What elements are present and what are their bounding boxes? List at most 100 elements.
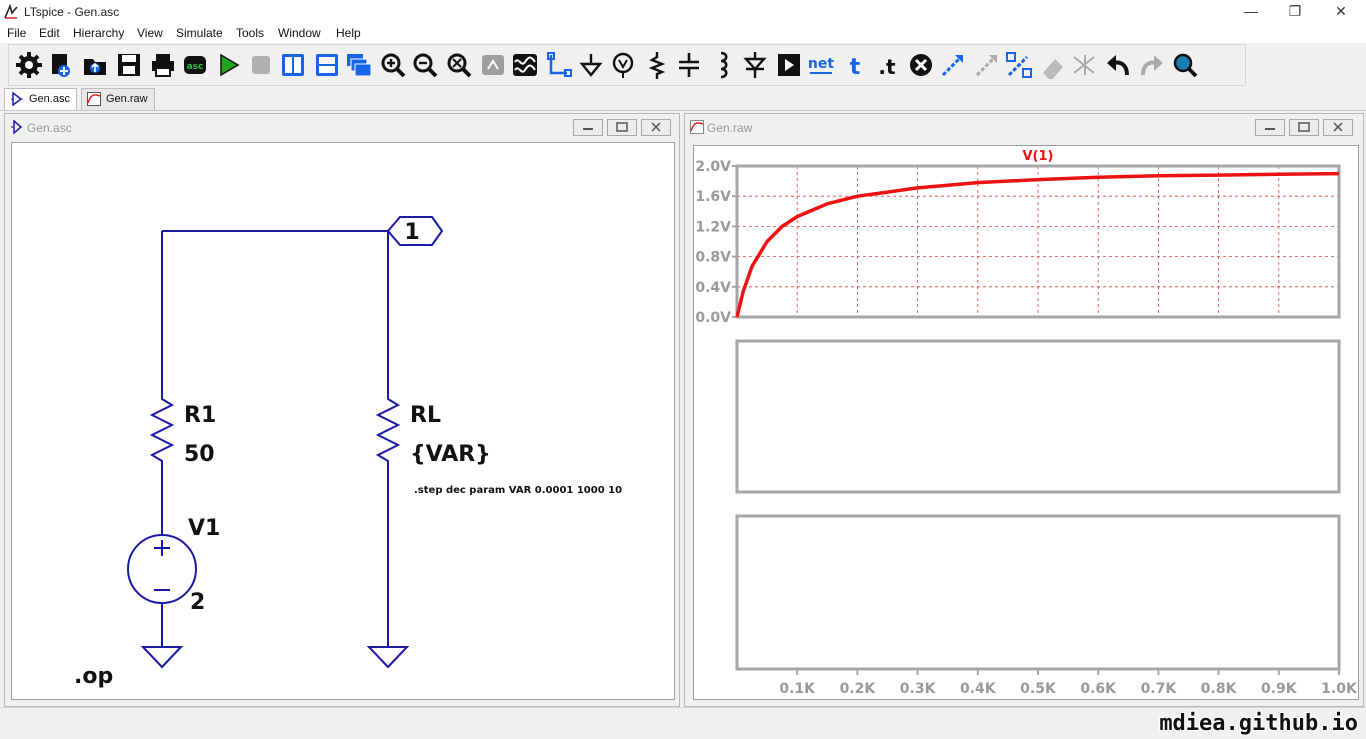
r1-name[interactable]: R1 <box>184 403 216 428</box>
tab-gen-asc[interactable]: Gen.asc <box>4 88 77 110</box>
directive-icon-glyph: .t <box>878 55 896 79</box>
schematic-wires <box>127 216 444 669</box>
tab-label: Gen.raw <box>106 93 148 105</box>
resistor-icon[interactable] <box>643 51 671 79</box>
delete-icon[interactable] <box>907 51 935 79</box>
minimize-button[interactable]: — <box>1228 0 1274 24</box>
resistor-r1-symbol[interactable] <box>149 391 175 477</box>
x-tick-label: 0.9K <box>1261 681 1298 697</box>
window-title: LTspice - Gen.asc <box>24 5 120 19</box>
waveform-canvas[interactable]: 0.0V 0.4V 0.8V 1.2V 1.6V 2.0V 0.1K 0.2K 0.3K 0.4… <box>693 145 1359 700</box>
minimize-button[interactable] <box>573 119 603 136</box>
waveform-window: Gen.raw 0.0V 0.4V 0.8V 1.2V 1.6V 2.0V 0.1K 0.2… <box>684 113 1364 707</box>
zoom-fit-icon[interactable] <box>445 51 473 79</box>
schematic-canvas[interactable]: 1 R1 50 RL {VAR} V1 2 .step dec param VA… <box>11 142 675 700</box>
tile-vertical-icon[interactable] <box>279 51 307 79</box>
open-icon[interactable] <box>81 51 109 79</box>
x-tick-label: 0.7K <box>1141 681 1178 697</box>
cascade-icon[interactable] <box>345 51 373 79</box>
step-directive[interactable]: .step dec param VAR 0.0001 1000 10 <box>414 485 622 496</box>
maximize-button[interactable] <box>607 119 637 136</box>
wire-icon[interactable] <box>545 51 573 79</box>
drag-icon[interactable] <box>973 51 1001 79</box>
waveform-window-titlebar[interactable]: Gen.raw <box>685 114 1363 140</box>
y-tick-label: 0.0V <box>695 310 731 326</box>
menu-help[interactable]: Help <box>336 26 361 40</box>
waveform-plot[interactable]: 0.0V 0.4V 0.8V 1.2V 1.6V 2.0V 0.1K 0.2K 0.3K 0.4… <box>694 146 1358 699</box>
x-tick-label: 0.1K <box>779 681 816 697</box>
tab-gen-raw[interactable]: Gen.raw <box>81 88 155 110</box>
menu-simulate[interactable]: Simulate <box>176 26 223 40</box>
schematic-icon <box>11 92 23 106</box>
redo-icon[interactable] <box>1137 51 1165 79</box>
menu-file[interactable]: File <box>7 26 26 40</box>
resistor-rl-symbol[interactable] <box>375 391 401 647</box>
run-icon[interactable] <box>215 51 243 79</box>
save-icon[interactable] <box>115 51 143 79</box>
ground-icon[interactable] <box>577 51 605 79</box>
find-icon[interactable] <box>1171 51 1199 79</box>
inductor-icon[interactable] <box>709 51 737 79</box>
svg-text:asc: asc <box>187 62 204 72</box>
plot-pane-3[interactable] <box>735 514 1341 671</box>
rl-value[interactable]: {VAR} <box>410 442 491 467</box>
capacitor-icon[interactable] <box>675 51 703 79</box>
close-button[interactable]: ✕ <box>1318 0 1364 24</box>
schematic-window-title: Gen.asc <box>27 121 72 135</box>
waveform-icon <box>87 92 101 106</box>
plot-pane-2[interactable] <box>735 339 1341 494</box>
x-tick-label: 0.4K <box>960 681 997 697</box>
menu-view[interactable]: View <box>137 26 163 40</box>
zoom-out-icon[interactable] <box>411 51 439 79</box>
menu-edit[interactable]: Edit <box>39 26 60 40</box>
label-net-icon[interactable] <box>609 51 637 79</box>
rl-name[interactable]: RL <box>410 403 441 428</box>
new-schematic-icon[interactable] <box>47 51 75 79</box>
waveform-icon <box>690 120 704 134</box>
schematic-window-titlebar[interactable]: Gen.asc <box>5 114 679 140</box>
gear-icon[interactable] <box>15 51 43 79</box>
spice-directive-icon[interactable]: .t <box>873 51 901 79</box>
x-tick-label: 0.6K <box>1080 681 1117 697</box>
close-button[interactable] <box>641 119 671 136</box>
x-tick-label: 0.5K <box>1020 681 1057 697</box>
menu-window[interactable]: Window <box>278 26 321 40</box>
text-icon[interactable]: t <box>841 51 869 80</box>
ground-symbol[interactable] <box>140 646 184 669</box>
maximize-button[interactable] <box>1289 119 1319 136</box>
minimize-button[interactable] <box>1255 119 1285 136</box>
netlist-icon[interactable]: asc <box>181 51 209 79</box>
mirror-icon[interactable] <box>1039 51 1067 81</box>
autorange-icon[interactable] <box>479 51 507 79</box>
net-label-icon[interactable]: net <box>807 51 835 79</box>
zoom-in-icon[interactable] <box>379 51 407 79</box>
halt-icon[interactable] <box>247 51 275 79</box>
undo-arrow-icon[interactable] <box>1105 51 1133 79</box>
x-tick-label: 0.3K <box>900 681 937 697</box>
print-icon[interactable] <box>149 51 177 79</box>
plot-grid <box>737 166 1339 317</box>
undo-icon[interactable] <box>1071 51 1099 79</box>
op-directive[interactable]: .op <box>74 664 113 689</box>
fft-icon[interactable] <box>511 51 539 79</box>
y-tick-label: 0.4V <box>695 280 731 296</box>
restore-button[interactable]: ❐ <box>1272 0 1318 24</box>
plus-sign-icon <box>154 540 170 556</box>
close-button[interactable] <box>1323 119 1353 136</box>
r1-value[interactable]: 50 <box>184 442 215 467</box>
diode-icon[interactable] <box>741 51 769 79</box>
ground-symbol[interactable] <box>366 646 410 669</box>
move-icon[interactable] <box>939 51 967 79</box>
tile-horizontal-icon[interactable] <box>313 51 341 79</box>
v1-name[interactable]: V1 <box>188 516 220 541</box>
component-icon[interactable] <box>775 51 803 79</box>
x-tick-label: 0.2K <box>840 681 877 697</box>
x-tick-label: 1.0K <box>1321 681 1358 697</box>
menu-tools[interactable]: Tools <box>236 26 264 40</box>
v1-value[interactable]: 2 <box>190 590 205 615</box>
menu-hierarchy[interactable]: Hierarchy <box>73 26 124 40</box>
schematic-icon <box>11 120 23 134</box>
x-tick-label: 0.8K <box>1201 681 1238 697</box>
trace-label[interactable]: V(1) <box>1023 149 1054 164</box>
rotate-icon[interactable] <box>1005 51 1033 79</box>
